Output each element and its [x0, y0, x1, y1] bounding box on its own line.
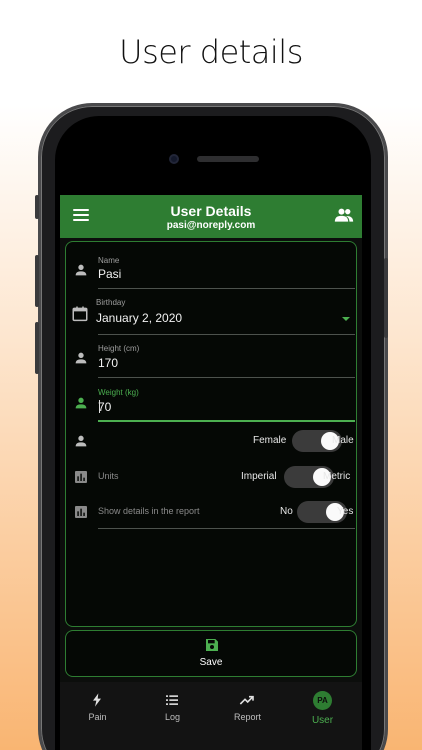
- app-screen: User Details pasi@noreply.com Name Pasi: [60, 195, 362, 750]
- weight-label: Weight (kg): [98, 388, 139, 397]
- volume-up-button: [35, 255, 39, 307]
- height-underline: [98, 377, 355, 378]
- gender-row: Female Male: [66, 428, 358, 456]
- bar-chart-icon: [75, 471, 87, 483]
- gender-male-label: Male: [332, 435, 354, 446]
- report-label: Show details in the report: [98, 506, 200, 516]
- birthday-select[interactable]: January 2, 2020: [96, 311, 182, 325]
- save-icon: [206, 639, 218, 651]
- name-input[interactable]: Pasi: [98, 267, 121, 281]
- units-label: Units: [98, 471, 119, 481]
- save-button[interactable]: Save: [65, 630, 357, 677]
- app-bar-subtitle: pasi@noreply.com: [166, 220, 256, 231]
- app-bar-title: User Details: [170, 203, 252, 219]
- power-button: [384, 258, 388, 338]
- nav-log-label: Log: [164, 712, 181, 722]
- weight-input[interactable]: 70: [98, 400, 111, 414]
- person-icon: [75, 397, 87, 409]
- bottom-navigation: Pain Log Report PA User: [60, 682, 362, 750]
- calendar-icon: [72, 306, 88, 322]
- nav-pain[interactable]: Pain: [60, 682, 135, 750]
- avatar: PA: [313, 691, 332, 710]
- nav-pain-label: Pain: [88, 712, 107, 722]
- weight-underline: [98, 420, 355, 422]
- units-imperial-label: Imperial: [241, 471, 277, 482]
- birthday-underline: [98, 334, 355, 335]
- gender-female-label: Female: [253, 435, 287, 446]
- person-icon: [75, 435, 87, 447]
- report-underline: [98, 528, 355, 529]
- volume-down-button: [35, 322, 39, 374]
- birthday-label: Birthday: [96, 298, 126, 307]
- bolt-icon: [93, 693, 101, 707]
- height-label: Height (cm): [98, 344, 140, 353]
- speaker-grille: [197, 156, 259, 162]
- user-details-card: Name Pasi Birthday January 2, 2020 Heigh…: [65, 241, 357, 627]
- nav-user-label: User: [311, 715, 334, 726]
- trending-up-icon: [239, 695, 254, 705]
- text-caret: [99, 400, 100, 413]
- camera-icon: [169, 154, 179, 164]
- app-bar: User Details pasi@noreply.com: [60, 195, 362, 238]
- height-input[interactable]: 170: [98, 356, 118, 370]
- save-label: Save: [199, 657, 223, 668]
- units-row: Units Imperial Metric: [66, 464, 358, 492]
- height-row: Height (cm) 170: [66, 344, 358, 384]
- report-row: Show details in the report No Yes: [66, 499, 358, 529]
- chevron-down-icon[interactable]: [342, 317, 350, 321]
- report-yes-label: Yes: [337, 506, 354, 517]
- nav-report-label: Report: [233, 712, 261, 722]
- person-icon: [75, 264, 87, 276]
- report-no-label: No: [280, 506, 293, 517]
- nav-report[interactable]: Report: [210, 682, 285, 750]
- mute-switch: [35, 195, 39, 219]
- weight-row: Weight (kg) 70: [66, 388, 358, 428]
- nav-log[interactable]: Log: [135, 682, 210, 750]
- list-icon: [166, 695, 178, 705]
- person-icon: [75, 352, 87, 364]
- units-metric-label: Metric: [323, 471, 351, 482]
- page-headline: User details: [119, 33, 303, 71]
- bar-chart-icon: [75, 506, 87, 518]
- name-underline: [98, 288, 355, 289]
- name-row: Name Pasi: [66, 256, 358, 292]
- people-icon[interactable]: [334, 207, 354, 223]
- name-label: Name: [98, 256, 120, 265]
- nav-user[interactable]: PA User: [285, 682, 360, 750]
- birthday-row[interactable]: Birthday January 2, 2020: [66, 298, 358, 338]
